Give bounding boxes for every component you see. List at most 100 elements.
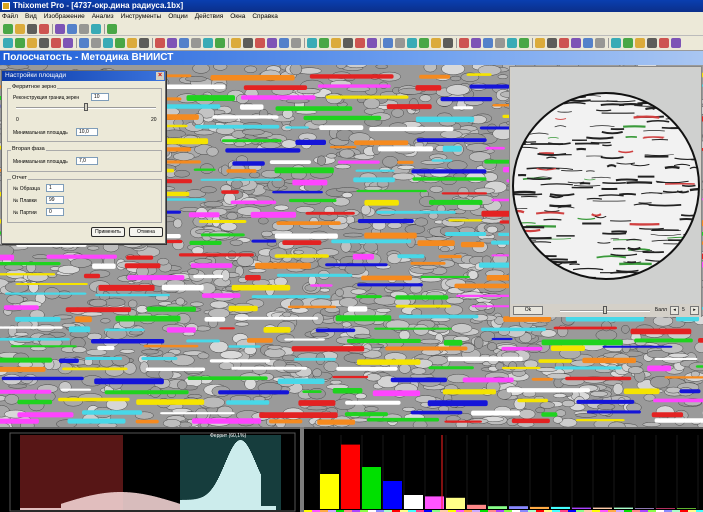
ferrite-min-area-field[interactable]: 10,0 [76,128,98,136]
cancel-button[interactable]: Отмена [129,227,163,237]
toolbar-button-icon[interactable] [419,38,429,48]
histogram-bin [65,502,66,510]
sample-number-field[interactable]: 1 [46,184,64,192]
toolbar-button-icon[interactable] [215,38,225,48]
zoom-ok-button[interactable]: Ok [513,306,543,315]
menu-windows[interactable]: Окна [230,12,245,22]
toolbar-button-icon[interactable] [535,38,545,48]
toolbar-button-icon[interactable] [51,38,61,48]
menu-tools[interactable]: Инструменты [121,12,162,22]
toolbar-button-icon[interactable] [167,38,177,48]
toolbar-button-icon[interactable] [155,38,165,48]
gray-histogram[interactable] [0,429,300,512]
scale-next-button[interactable]: ▸ [690,306,699,315]
menu-actions[interactable]: Действия [195,12,223,22]
toolbar-button-icon[interactable] [471,38,481,48]
histogram-bin [85,496,86,510]
toolbar-button-icon[interactable] [39,38,49,48]
toolbar-button-icon[interactable] [443,38,453,48]
toolbar-button-icon[interactable] [571,38,581,48]
toolbar-button-icon[interactable] [79,38,89,48]
histogram-bin [155,496,156,510]
toolbar-button-icon[interactable] [139,38,149,48]
toolbar-button-icon[interactable] [431,38,441,48]
toolbar-button-icon[interactable] [39,24,49,34]
toolbar-button-icon[interactable] [191,38,201,48]
toolbar-button-icon[interactable] [91,38,101,48]
toolbar-button-icon[interactable] [243,38,253,48]
toolbar-button-icon[interactable] [331,38,341,48]
toolbar-button-icon[interactable] [179,38,189,48]
toolbar-button-icon[interactable] [91,24,101,34]
reconstruct-field[interactable]: 10 [91,93,109,101]
toolbar-button-icon[interactable] [383,38,393,48]
toolbar-button-icon[interactable] [27,38,37,48]
toolbar-button-icon[interactable] [395,38,405,48]
histogram-bin [163,498,164,510]
toolbar-button-icon[interactable] [15,38,25,48]
toolbar-button-icon[interactable] [459,38,469,48]
menu-image[interactable]: Изображение [44,12,85,22]
toolbar-button-icon[interactable] [231,38,241,48]
close-icon[interactable]: × [156,72,164,80]
menu-bar: Файл Вид Изображение Анализ Инструменты … [0,12,703,22]
toolbar-button-icon[interactable] [267,38,277,48]
toolbar-button-icon[interactable] [407,38,417,48]
histogram-bin [137,493,138,510]
toolbar-button-icon[interactable] [103,38,113,48]
melt-number-field[interactable]: 99 [46,196,64,204]
toolbar-button-icon[interactable] [3,24,13,34]
toolbar-button-icon[interactable] [127,38,137,48]
menu-help[interactable]: Справка [252,12,278,22]
toolbar-button-icon[interactable] [255,38,265,48]
batch-number-field[interactable]: 0 [46,208,64,216]
toolbar-button-icon[interactable] [307,38,317,48]
toolbar-button-icon[interactable] [63,38,73,48]
toolbar-button-icon[interactable] [79,24,89,34]
toolbar-button-icon[interactable] [115,38,125,48]
toolbar-button-icon[interactable] [355,38,365,48]
toolbar-button-icon[interactable] [647,38,657,48]
zoom-view-canvas[interactable] [511,68,700,304]
menu-file[interactable]: Файл [2,12,18,22]
toolbar-button-icon[interactable] [635,38,645,48]
toolbar-button-icon[interactable] [519,38,529,48]
histogram-bin [168,500,169,510]
toolbar-button-icon[interactable] [483,38,493,48]
toolbar-button-icon[interactable] [507,38,517,48]
toolbar-button-icon[interactable] [15,24,25,34]
toolbar-button-icon[interactable] [547,38,557,48]
toolbar-button-icon[interactable] [495,38,505,48]
toolbar-button-icon[interactable] [291,38,301,48]
histogram-bin [128,492,129,510]
reconstruct-slider-thumb[interactable] [84,103,88,111]
toolbar-button-icon[interactable] [595,38,605,48]
toolbar-button-icon[interactable] [319,38,329,48]
scale-prev-button[interactable]: ◂ [670,306,679,315]
menu-analysis[interactable]: Анализ [92,12,114,22]
second-phase-min-area-field[interactable]: 7,0 [76,157,98,165]
toolbar-button-icon[interactable] [671,38,681,48]
toolbar-separator [104,24,105,34]
toolbar-button-icon[interactable] [367,38,377,48]
gray-histogram-panel[interactable]: Феррит (60,1%) [0,427,300,512]
toolbar-button-icon[interactable] [67,24,77,34]
toolbar-button-icon[interactable] [3,38,13,48]
toolbar-button-icon[interactable] [27,24,37,34]
toolbar-button-icon[interactable] [611,38,621,48]
toolbar-button-icon[interactable] [623,38,633,48]
toolbar-button-icon[interactable] [659,38,669,48]
toolbar-button-icon[interactable] [279,38,289,48]
toolbar-button-icon[interactable] [55,24,65,34]
toolbar-button-icon[interactable] [559,38,569,48]
toolbar-button-icon[interactable] [583,38,593,48]
toolbar-button-icon[interactable] [343,38,353,48]
menu-options[interactable]: Опции [168,12,188,22]
apply-button[interactable]: Применить [91,227,125,237]
histogram-bin [68,501,69,510]
toolbar-button-icon[interactable] [107,24,117,34]
menu-view[interactable]: Вид [25,12,37,22]
histogram-bin [78,498,79,510]
toolbar-button-icon[interactable] [203,38,213,48]
zoom-slider-thumb[interactable] [603,306,607,314]
